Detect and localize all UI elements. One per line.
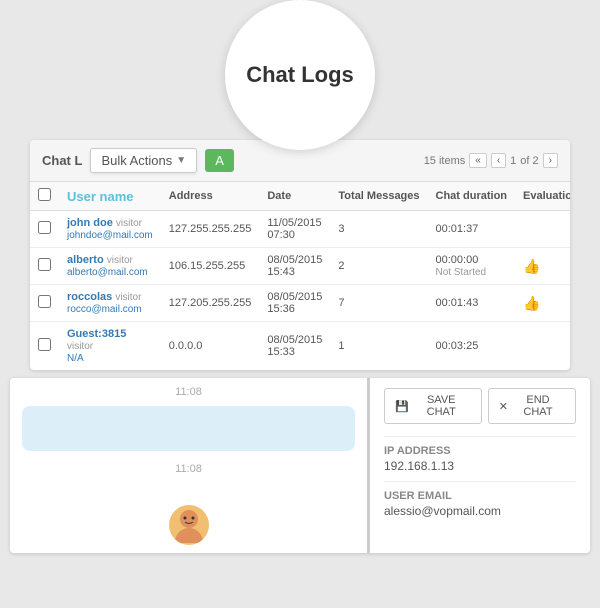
end-chat-button[interactable]: ✕ END CHAT [488, 388, 576, 424]
end-icon: ✕ [499, 400, 508, 413]
user-email-0: johndoe@mail.com [67, 230, 153, 241]
col-total-messages: Total Messages [330, 182, 427, 211]
table-container: User name Address Date Total Messages Ch… [30, 182, 570, 370]
user-address-2: 127.205.255.255 [161, 285, 260, 322]
user-name-2: roccolas [67, 291, 112, 303]
ip-label: IP ADDRESS [384, 445, 576, 457]
avatar [169, 505, 209, 545]
row-checkbox-3[interactable] [38, 338, 51, 351]
user-role-3: visitor [67, 341, 93, 352]
user-address-0: 127.255.255.255 [161, 211, 260, 248]
user-email-2: rocco@mail.com [67, 304, 142, 315]
user-address-1: 106.15.255.255 [161, 248, 260, 285]
table-row: Guest:3815 visitor N/A 0.0.0.0 08/05/201… [30, 322, 570, 371]
user-date-0: 11/05/201507:30 [259, 211, 330, 248]
col-address: Address [161, 182, 260, 211]
user-messages-3: 1 [330, 322, 427, 371]
main-card: Chat L Bulk Actions ▼ A 15 items « ‹ 1 o… [30, 140, 570, 370]
divider-2 [384, 481, 576, 482]
user-messages-0: 3 [330, 211, 427, 248]
card-title: Chat L [42, 153, 82, 168]
user-duration-3: 00:03:25 [428, 322, 516, 371]
user-role-2: visitor [115, 292, 141, 303]
user-duration-0: 00:01:37 [428, 211, 516, 248]
user-evaluation-1: 👍 [515, 248, 570, 285]
prev-page-button[interactable]: ‹ [491, 153, 506, 168]
add-button[interactable]: A [205, 149, 234, 172]
bulk-actions-label: Bulk Actions [101, 153, 172, 168]
bulk-actions-button[interactable]: Bulk Actions ▼ [90, 148, 197, 173]
current-page: 1 [510, 155, 516, 167]
user-date-3: 08/05/201515:33 [259, 322, 330, 371]
page-of: of 2 [520, 155, 538, 167]
user-role-1: visitor [107, 255, 133, 266]
info-panel-buttons: 💾 SAVE CHAT ✕ END CHAT [384, 388, 576, 424]
user-evaluation-0 [515, 211, 570, 248]
user-address-3: 0.0.0.0 [161, 322, 260, 371]
items-count: 15 items [424, 155, 466, 167]
avatar-container [169, 505, 209, 545]
row-checkbox-1[interactable] [38, 258, 51, 271]
end-chat-label: END CHAT [511, 394, 565, 418]
user-name-0: john doe [67, 217, 113, 229]
user-date-1: 08/05/201515:43 [259, 248, 330, 285]
dropdown-arrow-icon: ▼ [176, 155, 186, 166]
user-name-3: Guest:3815 [67, 328, 126, 340]
ip-value: 192.168.1.13 [384, 459, 576, 473]
table-row: john doe visitor johndoe@mail.com 127.25… [30, 211, 570, 248]
next-page-button[interactable]: › [543, 153, 558, 168]
col-evaluation: Evaluation [515, 182, 570, 211]
first-page-button[interactable]: « [469, 153, 487, 168]
user-email-3: N/A [67, 353, 84, 364]
save-icon: 💾 [395, 400, 409, 413]
row-checkbox-0[interactable] [38, 221, 51, 234]
chat-time-1: 11:08 [10, 378, 367, 402]
user-evaluation-2: 👍 [515, 285, 570, 322]
user-role-0: visitor [116, 218, 142, 229]
user-date-2: 08/05/201515:36 [259, 285, 330, 322]
divider-1 [384, 436, 576, 437]
info-panel: 💾 SAVE CHAT ✕ END CHAT IP ADDRESS 192.16… [370, 378, 590, 553]
user-name-1: alberto [67, 254, 104, 266]
table-row: roccolas visitor rocco@mail.com 127.205.… [30, 285, 570, 322]
chat-panel: 11:08 11:08 [10, 378, 370, 553]
save-chat-label: SAVE CHAT [412, 394, 471, 418]
user-duration-2: 00:01:43 [428, 285, 516, 322]
bottom-section: 11:08 11:08 💾 SAVE CHAT [10, 378, 590, 553]
chat-bubble-1 [22, 406, 355, 451]
table-row: alberto visitor alberto@mail.com 106.15.… [30, 248, 570, 285]
select-all-checkbox[interactable] [38, 188, 51, 201]
email-value: alessio@vopmail.com [384, 504, 576, 518]
col-chat-duration: Chat duration [428, 182, 516, 211]
user-email-1: alberto@mail.com [67, 267, 148, 278]
user-messages-2: 7 [330, 285, 427, 322]
email-label: USER EMAIL [384, 490, 576, 502]
user-evaluation-3 [515, 322, 570, 371]
row-checkbox-2[interactable] [38, 295, 51, 308]
avatar-icon [171, 507, 207, 543]
save-chat-button[interactable]: 💾 SAVE CHAT [384, 388, 482, 424]
page-title: Chat Logs [246, 62, 354, 88]
user-duration-1: 00:00:00Not Started [428, 248, 516, 285]
chat-time-2: 11:08 [10, 455, 367, 479]
chat-logs-bubble: Chat Logs [225, 0, 375, 150]
pagination: 15 items « ‹ 1 of 2 › [424, 153, 558, 168]
col-username: User name [59, 182, 161, 211]
user-messages-1: 2 [330, 248, 427, 285]
chat-logs-table: User name Address Date Total Messages Ch… [30, 182, 570, 370]
col-date: Date [259, 182, 330, 211]
